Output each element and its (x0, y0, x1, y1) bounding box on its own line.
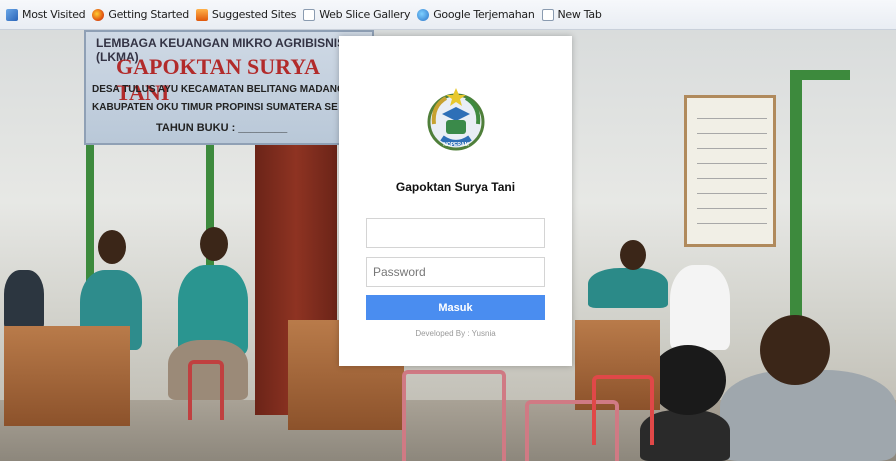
background-chair (402, 370, 506, 461)
bookmark-label: Getting Started (108, 8, 189, 21)
suggested-sites-icon (195, 8, 208, 21)
person (98, 230, 126, 264)
bookmark-new-tab[interactable]: New Tab (541, 8, 602, 21)
google-translate-icon (417, 8, 430, 21)
background-chair (188, 360, 224, 420)
organization-logo: NOPERAM (424, 84, 488, 154)
banner-line: DESA TULUS AYU KECAMATAN BELITANG MADANG (92, 84, 345, 95)
person (4, 270, 44, 330)
banner-line: KABUPATEN OKU TIMUR PROPINSI SUMATERA SE (92, 102, 338, 113)
banner-line: TAHUN BUKU : ________ (156, 122, 288, 134)
bookmark-suggested-sites[interactable]: Suggested Sites (195, 8, 297, 21)
background-board (684, 95, 776, 247)
person (620, 240, 646, 270)
emblem-icon: NOPERAM (427, 88, 485, 151)
bookmark-label: Most Visited (22, 8, 86, 21)
bookmark-getting-started[interactable]: Getting Started (92, 8, 189, 21)
person (650, 345, 726, 415)
person (588, 268, 668, 308)
bookmark-web-slice-gallery[interactable]: Web Slice Gallery (303, 8, 411, 21)
background-table (4, 326, 130, 426)
login-card: NOPERAM Gapoktan Surya Tani Masuk Develo… (339, 36, 572, 366)
app-title: Gapoktan Surya Tani (395, 180, 516, 194)
page-icon (541, 8, 554, 21)
background-chair (592, 375, 654, 445)
bookmark-most-visited[interactable]: Most Visited (6, 8, 86, 21)
logo-text: NOPERAM (443, 142, 469, 148)
developer-credit: Developed By : Yusnia (415, 329, 496, 338)
person (760, 315, 830, 385)
banner-line: GAPOKTAN SURYA TANI (116, 54, 319, 105)
login-button[interactable]: Masuk (366, 295, 545, 320)
firefox-icon (92, 8, 105, 21)
background-banner: LEMBAGA KEUANGAN MIKRO AGRIBISNIS (LKMA)… (84, 30, 374, 145)
most-visited-icon (6, 8, 18, 21)
bookmark-label: Suggested Sites (211, 8, 297, 21)
username-input[interactable] (366, 218, 545, 248)
green-wall-trim (790, 70, 850, 80)
person (200, 227, 228, 261)
bookmarks-bar: Most Visited Getting Started Suggested S… (0, 0, 896, 30)
background-object (670, 265, 730, 350)
password-input[interactable] (366, 257, 545, 287)
bookmark-google-terjemahan[interactable]: Google Terjemahan (417, 8, 535, 21)
page-icon (303, 8, 316, 21)
bookmark-label: Web Slice Gallery (319, 8, 411, 21)
bookmark-label: Google Terjemahan (433, 8, 535, 21)
person (720, 370, 896, 461)
bookmark-label: New Tab (557, 8, 602, 21)
